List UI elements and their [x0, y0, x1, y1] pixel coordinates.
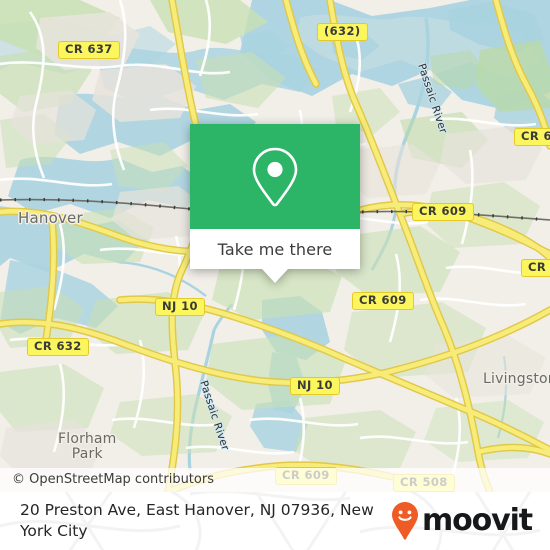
- osm-attribution[interactable]: © OpenStreetMap contributors: [0, 468, 550, 492]
- road-shield-rt-632: (632): [317, 23, 368, 41]
- road-shield-cr-609-mid: CR 609: [352, 292, 414, 310]
- road-shield-cr-609-north: CR 609: [412, 203, 474, 221]
- moovit-wordmark: moovit: [421, 503, 533, 538]
- moovit-logo[interactable]: moovit: [390, 501, 533, 541]
- map-screenshot-root: Hanover Livingston Florham Park CR 637 (…: [0, 0, 550, 550]
- road-shield-cr-52x: CR 52: [521, 259, 550, 277]
- road-shield-cr-632: CR 632: [27, 338, 89, 356]
- footer-bar: 20 Preston Ave, East Hanover, NJ 07936, …: [0, 492, 550, 550]
- road-shield-cr-637: CR 637: [58, 41, 120, 59]
- moovit-smiley-pin-icon: [391, 502, 418, 540]
- popup-pointer-tail: [262, 269, 288, 283]
- popup-action-bar[interactable]: Take me there: [190, 229, 360, 269]
- road-shield-nj-10-west: NJ 10: [155, 298, 205, 316]
- popup-pin-header: [190, 124, 360, 229]
- location-popup-card[interactable]: Take me there: [190, 124, 360, 283]
- location-address-text: 20 Preston Ave, East Hanover, NJ 07936, …: [20, 501, 374, 540]
- road-shield-nj-10-east: NJ 10: [290, 377, 340, 395]
- map-pin-icon: [252, 147, 298, 206]
- map-canvas[interactable]: Hanover Livingston Florham Park CR 637 (…: [0, 0, 550, 492]
- footer-content: 20 Preston Ave, East Hanover, NJ 07936, …: [0, 492, 550, 550]
- road-shield-cr-613: CR 613: [514, 128, 550, 146]
- take-me-there-button[interactable]: Take me there: [218, 240, 333, 259]
